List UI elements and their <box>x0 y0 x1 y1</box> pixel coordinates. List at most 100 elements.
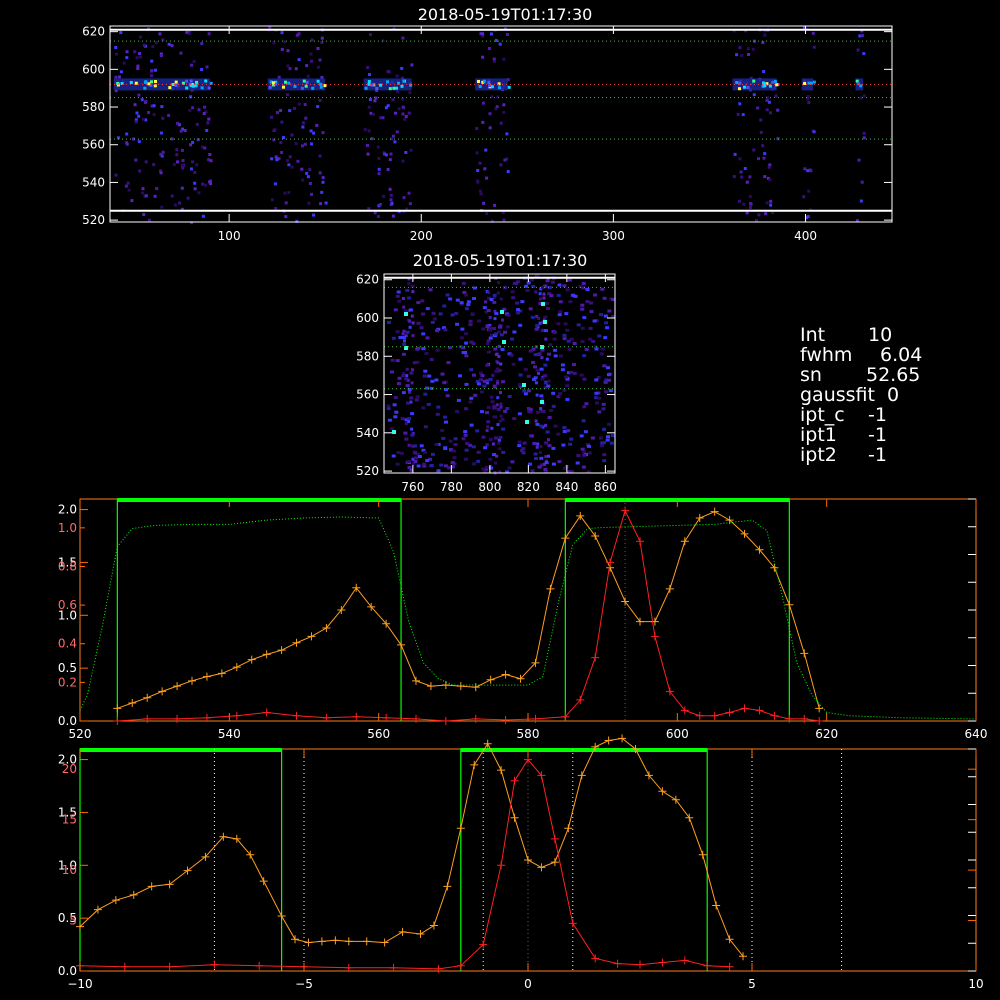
heatmap-pixel <box>321 176 325 180</box>
filter-window <box>116 498 402 721</box>
heatmap-pixel <box>270 115 273 119</box>
data-point <box>173 682 182 691</box>
heatmap-pixel <box>404 115 408 118</box>
heatmap-pixel <box>599 313 603 317</box>
heatmap-pixel <box>761 144 765 148</box>
heatmap-pixel <box>575 461 580 465</box>
data-point <box>710 507 719 516</box>
heatmap-pixel <box>604 390 609 394</box>
heatmap-pixel <box>488 336 493 340</box>
heatmap-pixel <box>463 351 468 354</box>
heatmap-pixel <box>455 322 460 326</box>
heatmap-pixel <box>492 406 497 410</box>
heatmap-pixel <box>494 312 499 316</box>
heatmap-pixel <box>318 171 322 175</box>
heatmap-pixel <box>609 441 614 445</box>
spectrum-panel: 0.00.51.01.52.00.20.40.60.81.0520 540 560 5… <box>58 498 987 741</box>
heatmap-pixel <box>141 187 145 191</box>
heatmap-pixel <box>310 38 314 42</box>
data-point <box>725 962 734 971</box>
heatmap-pixel <box>443 415 447 419</box>
heatmap-pixel <box>122 61 126 65</box>
heatmap-pixel <box>488 316 492 319</box>
heatmap-pixel <box>393 415 398 419</box>
heatmap-pixel <box>201 214 205 218</box>
heatmap-pixel <box>388 158 392 162</box>
heatmap-pixel <box>537 465 542 469</box>
heatmap-pixel <box>186 196 190 200</box>
heatmap-pixel <box>141 191 145 195</box>
heatmap-pixel <box>140 98 144 102</box>
heatmap-pixel <box>409 396 414 400</box>
heatmap-pixel <box>170 194 174 198</box>
heatmap-pixel <box>176 121 180 125</box>
heatmap-pixel <box>530 434 535 438</box>
heatmap-pixel <box>547 454 550 458</box>
data-point <box>456 682 465 691</box>
heatmap-pixel <box>493 317 497 321</box>
data-point <box>815 704 824 713</box>
heatmap-pixel <box>602 453 607 457</box>
data-point <box>800 714 809 723</box>
heatmap-pixel <box>411 334 415 338</box>
y-tick-label: 540 <box>356 426 379 440</box>
heatmap-pixel <box>273 128 277 132</box>
heatmap-pixel <box>152 104 156 108</box>
heatmap-pixel <box>551 391 556 395</box>
heatmap-pixel <box>487 291 491 295</box>
heatmap-pixel <box>391 454 396 458</box>
heatmap-pixel <box>585 288 590 291</box>
heatmap-pixel <box>537 371 540 375</box>
series-line <box>117 509 820 722</box>
heatmap-pixel <box>802 195 806 199</box>
data-point <box>621 506 630 515</box>
heatmap-pixel <box>469 340 474 344</box>
heatmap-pixel <box>752 93 756 97</box>
x-tick-label: 840 <box>555 480 578 494</box>
heatmap-pixel <box>270 198 274 202</box>
heatmap-pixel <box>546 307 550 310</box>
data-point <box>291 935 300 944</box>
heatmap-pixel <box>320 190 324 194</box>
heatmap-pixel <box>738 102 742 106</box>
data-point <box>232 711 241 720</box>
heatmap-pixel <box>287 163 291 167</box>
heatmap-pixel <box>443 446 448 450</box>
heatmap-pixel <box>489 298 494 301</box>
emission-pixel <box>388 87 392 91</box>
heatmap-pixel <box>463 433 468 437</box>
data-point <box>443 882 452 891</box>
mid-panel-title: 2018-05-19T01:17:30 <box>413 251 588 270</box>
heatmap-pixel <box>532 377 537 381</box>
data-point <box>202 672 211 681</box>
heatmap-pixel <box>769 199 773 203</box>
series-line <box>79 737 744 957</box>
heatmap-pixel <box>606 373 611 377</box>
heatmap-pixel <box>408 390 412 394</box>
heatmap-pixel <box>476 382 481 386</box>
heatmap-pixel <box>401 374 405 378</box>
heatmap-pixel <box>583 430 588 434</box>
heatmap-pixel <box>387 418 392 422</box>
heatmap-pixel <box>319 202 323 206</box>
heatmap-pixel <box>388 187 392 191</box>
heatmap-pixel <box>541 409 546 413</box>
heatmap-pixel <box>382 194 385 198</box>
heatmap-pixel <box>181 166 185 170</box>
y-tick-label: 580 <box>82 100 105 114</box>
heatmap-pixel <box>492 300 497 304</box>
emission-pixel <box>763 84 767 88</box>
data-point <box>262 650 271 659</box>
heatmap-pixel <box>482 384 487 388</box>
heatmap-pixel <box>859 96 863 100</box>
data-point <box>621 597 630 606</box>
heatmap-pixel <box>552 330 557 334</box>
heatmap-pixel <box>288 67 292 71</box>
heatmap-pixel <box>464 407 469 411</box>
heatmap-pixel <box>394 111 397 115</box>
x-tick-label: −5 <box>295 977 313 991</box>
heatmap-pixel <box>539 367 544 371</box>
data-point <box>755 706 764 715</box>
top-panel-title: 2018-05-19T01:17:30 <box>418 5 593 24</box>
heatmap-pixel <box>408 111 412 115</box>
